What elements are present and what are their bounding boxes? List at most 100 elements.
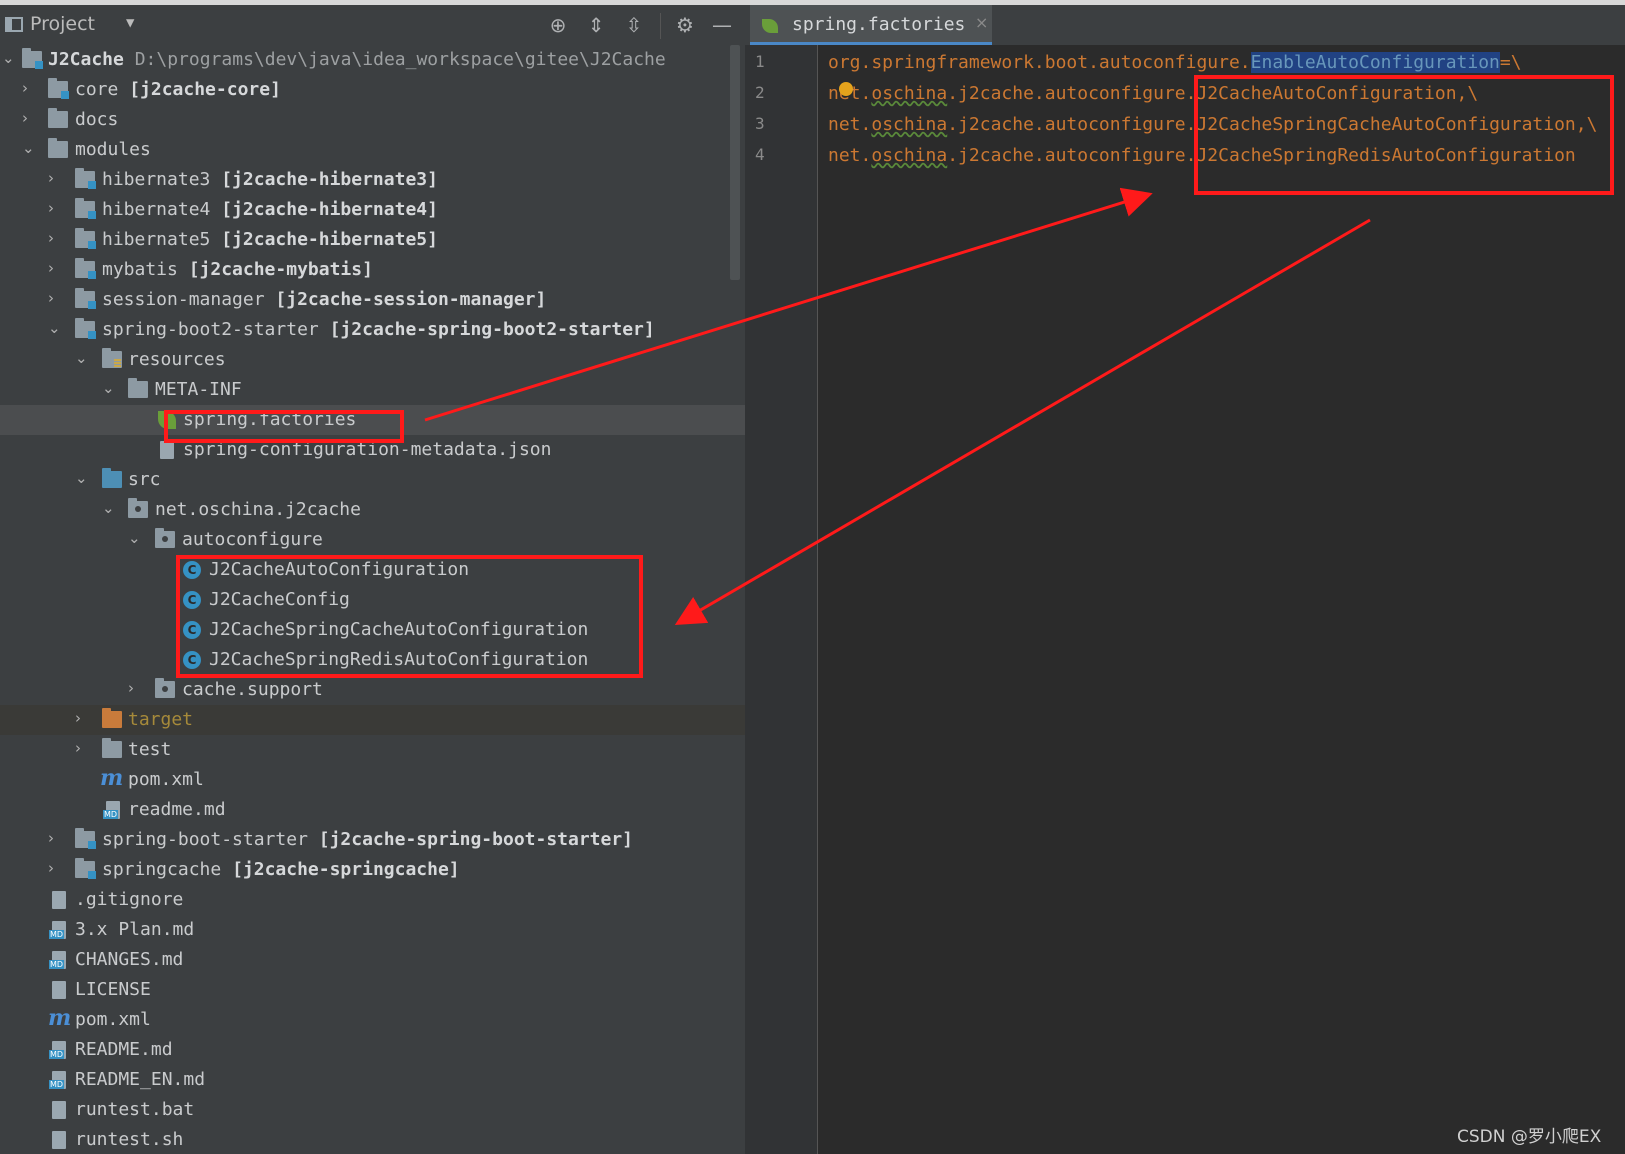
tree-label: hibernate3 — [102, 169, 211, 190]
chevron-down-icon[interactable]: ▼ — [126, 15, 134, 31]
markdown-icon — [103, 801, 120, 819]
tree-row[interactable]: ⌄ autoconfigure — [0, 525, 745, 555]
tree-row[interactable]: › spring-boot-starter [j2cache-spring-bo… — [0, 825, 745, 855]
tree-row[interactable]: LICENSE — [0, 975, 745, 1005]
tree-label: modules — [75, 139, 151, 160]
tree-label: mybatis — [102, 259, 178, 280]
module-folder-icon — [48, 78, 69, 99]
tree-row[interactable]: ⌄ resources — [0, 345, 745, 375]
tree-row[interactable]: › hibernate3 [j2cache-hibernate3] — [0, 165, 745, 195]
collapse-all-icon[interactable]: ⇳ — [622, 13, 646, 37]
root-name: J2Cache — [48, 49, 124, 70]
tree-row[interactable]: › test — [0, 735, 745, 765]
locate-icon[interactable]: ⊕ — [546, 13, 570, 37]
tree-row[interactable]: m pom.xml — [0, 765, 745, 795]
chevron-down-icon[interactable]: ⌄ — [75, 351, 89, 366]
tree-row[interactable]: 3.x Plan.md — [0, 915, 745, 945]
toolbar-divider — [660, 13, 661, 39]
tree-row-root[interactable]: ⌄ J2Cache D:\programs\dev\java\idea_work… — [0, 45, 745, 75]
module-folder-icon — [75, 228, 96, 249]
tree-row[interactable]: CHANGES.md — [0, 945, 745, 975]
line-number: 3 — [755, 114, 765, 133]
tree-row[interactable]: › target — [0, 705, 745, 735]
project-panel-header: Project ▼ ⊕ ⇕ ⇳ ⚙ — — [0, 5, 745, 45]
root-path: D:\programs\dev\java\idea_workspace\gite… — [134, 49, 666, 70]
chevron-down-icon[interactable]: ⌄ — [75, 471, 89, 486]
tree-label: resources — [128, 349, 226, 370]
settings-icon[interactable]: ⚙ — [673, 13, 697, 37]
chevron-right-icon[interactable]: › — [75, 741, 89, 756]
code-prefix: org.springframework.boot.autoconfigure. — [828, 52, 1251, 73]
chevron-right-icon[interactable]: › — [48, 201, 62, 216]
package-icon — [128, 498, 148, 518]
tree-row[interactable]: ⌄ src — [0, 465, 745, 495]
hide-icon[interactable]: — — [710, 13, 734, 37]
chevron-down-icon[interactable]: ⌄ — [102, 501, 116, 516]
tree-row[interactable]: ⌄ spring-boot2-starter [j2cache-spring-b… — [0, 315, 745, 345]
chevron-right-icon[interactable]: › — [48, 231, 62, 246]
annotation-box-code — [1194, 75, 1614, 195]
close-icon[interactable]: × — [975, 13, 988, 32]
tab-spring-factories[interactable]: spring.factories × — [750, 5, 992, 45]
chevron-right-icon[interactable]: › — [48, 291, 62, 306]
tree-row[interactable]: .gitignore — [0, 885, 745, 915]
module-name: [j2cache-hibernate3] — [221, 169, 438, 190]
module-folder-icon — [75, 858, 96, 879]
module-name: [j2cache-springcache] — [232, 859, 460, 880]
tree-row[interactable]: ⌄ META-INF — [0, 375, 745, 405]
tree-row[interactable]: ⌄ net.oschina.j2cache — [0, 495, 745, 525]
tree-row[interactable]: README.md — [0, 1035, 745, 1065]
tree-label: .gitignore — [75, 889, 184, 910]
annotation-box-classes — [176, 555, 643, 678]
tree-row[interactable]: readme.md — [0, 795, 745, 825]
tree-row[interactable]: › hibernate5 [j2cache-hibernate5] — [0, 225, 745, 255]
chevron-right-icon[interactable]: › — [22, 81, 36, 96]
tree-row[interactable]: › springcache [j2cache-springcache] — [0, 855, 745, 885]
tree-row[interactable]: runtest.sh — [0, 1125, 745, 1154]
tree-row[interactable]: runtest.bat — [0, 1095, 745, 1125]
code-suffix: =\ — [1499, 52, 1522, 73]
chevron-down-icon[interactable]: ⌄ — [48, 321, 62, 336]
chevron-down-icon[interactable]: ⌄ — [102, 381, 116, 396]
chevron-down-icon[interactable]: ⌄ — [128, 531, 142, 546]
tree-row[interactable]: › core [j2cache-core] — [0, 75, 745, 105]
intention-bulb-icon[interactable] — [839, 82, 853, 96]
module-name: [j2cache-core] — [129, 79, 281, 100]
chevron-right-icon[interactable]: › — [48, 861, 62, 876]
chevron-right-icon[interactable]: › — [48, 831, 62, 846]
project-view-icon — [5, 17, 23, 32]
chevron-right-icon[interactable]: › — [75, 711, 89, 726]
code-line-1[interactable]: org.springframework.boot.autoconfigure.E… — [828, 52, 1522, 73]
chevron-down-icon[interactable]: ⌄ — [2, 51, 16, 66]
tree-row[interactable]: › mybatis [j2cache-mybatis] — [0, 255, 745, 285]
tree-row[interactable]: m pom.xml — [0, 1005, 745, 1035]
module-name: [j2cache-spring-boot-starter] — [318, 829, 634, 850]
line-number: 1 — [755, 52, 765, 71]
json-file-icon — [160, 441, 174, 459]
maven-icon: m — [48, 1005, 72, 1031]
expand-all-icon[interactable]: ⇕ — [584, 13, 608, 37]
markdown-icon — [49, 1071, 66, 1089]
module-folder-icon — [75, 288, 96, 309]
tree-label: README_EN.md — [75, 1069, 206, 1090]
chevron-right-icon[interactable]: › — [128, 681, 142, 696]
maven-icon: m — [100, 765, 124, 791]
tree-row[interactable]: › hibernate4 [j2cache-hibernate4] — [0, 195, 745, 225]
markdown-icon — [49, 921, 66, 939]
tree-row[interactable]: › session-manager [j2cache-session-manag… — [0, 285, 745, 315]
project-panel-title[interactable]: Project — [30, 13, 95, 35]
chevron-right-icon[interactable]: › — [48, 261, 62, 276]
chevron-right-icon[interactable]: › — [22, 111, 36, 126]
tree-row[interactable]: › docs — [0, 105, 745, 135]
chevron-right-icon[interactable]: › — [48, 171, 62, 186]
tree-row[interactable]: ⌄ modules — [0, 135, 745, 165]
resources-folder-icon — [102, 348, 122, 368]
tree-label: docs — [75, 109, 119, 130]
code-pkg: .j2cache.autoconfigure. — [947, 83, 1197, 104]
code-pkg-typo: oschina — [871, 114, 948, 135]
tree-row[interactable]: › cache.support — [0, 675, 745, 705]
chevron-down-icon[interactable]: ⌄ — [22, 141, 36, 156]
module-folder-icon — [75, 168, 96, 189]
tree-label: pom.xml — [75, 1009, 151, 1030]
tree-row[interactable]: README_EN.md — [0, 1065, 745, 1095]
